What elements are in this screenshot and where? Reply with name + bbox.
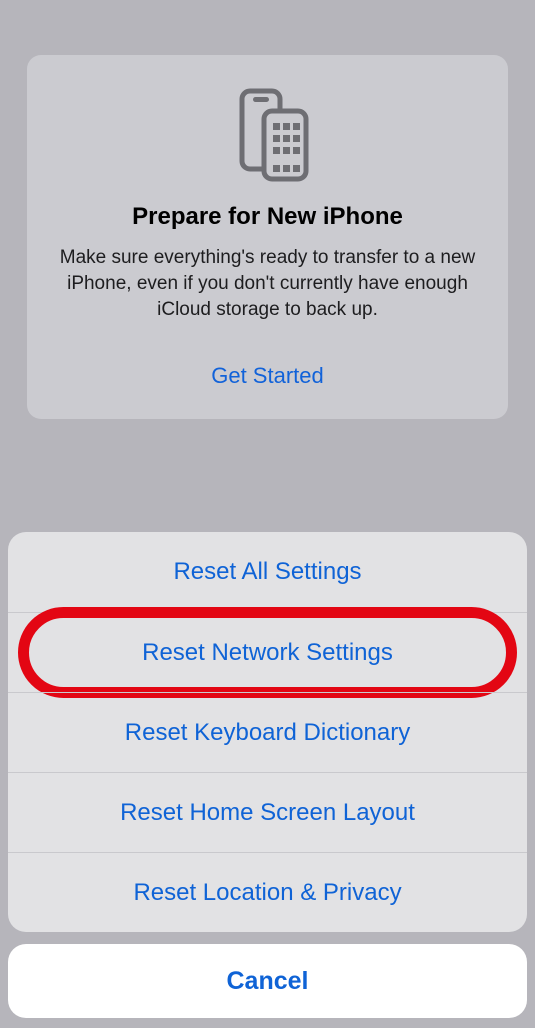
cancel-label: Cancel — [227, 967, 309, 996]
reset-network-settings-button[interactable]: Reset Network Settings — [8, 612, 527, 692]
promo-description: Make sure everything's ready to transfer… — [49, 245, 486, 323]
reset-options-group: Reset All Settings Reset Network Setting… — [8, 532, 527, 932]
iphone-transfer-icon — [218, 85, 318, 185]
cancel-button[interactable]: Cancel — [8, 944, 527, 1018]
reset-home-screen-layout-button[interactable]: Reset Home Screen Layout — [8, 772, 527, 852]
get-started-link[interactable]: Get Started — [211, 363, 324, 389]
sheet-item-label: Reset Network Settings — [142, 639, 393, 667]
sheet-item-label: Reset Keyboard Dictionary — [125, 719, 410, 747]
prepare-new-iphone-card: Prepare for New iPhone Make sure everyth… — [27, 55, 508, 419]
reset-keyboard-dictionary-button[interactable]: Reset Keyboard Dictionary — [8, 692, 527, 772]
reset-location-privacy-button[interactable]: Reset Location & Privacy — [8, 852, 527, 932]
sheet-item-label: Reset Home Screen Layout — [120, 799, 415, 827]
reset-all-settings-button[interactable]: Reset All Settings — [8, 532, 527, 612]
promo-title: Prepare for New iPhone — [132, 203, 403, 231]
reset-action-sheet: Reset All Settings Reset Network Setting… — [8, 532, 527, 1018]
sheet-item-label: Reset All Settings — [173, 558, 361, 586]
sheet-item-label: Reset Location & Privacy — [133, 879, 401, 907]
